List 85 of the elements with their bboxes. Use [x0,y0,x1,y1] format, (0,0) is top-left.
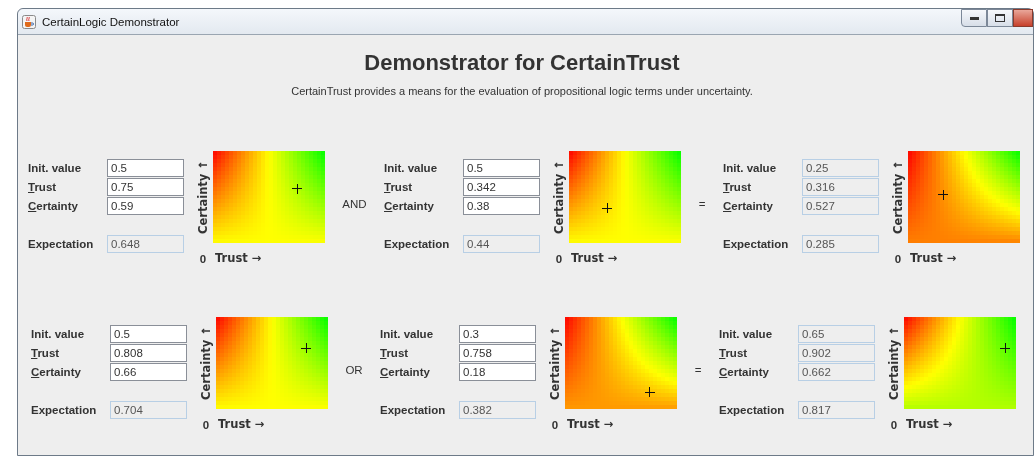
field-label: Init. value [384,162,439,174]
field-label: Init. value [380,328,435,340]
value-field[interactable]: 0.342 [463,178,540,196]
expectation-field[interactable]: 0.817 [798,401,875,419]
field-label: Certainty [31,366,82,378]
crosshair-icon [937,189,949,200]
field-label: Init. value [719,328,774,340]
crosshair-icon [301,342,312,354]
axis-label: Certainty ↑ [552,160,566,234]
axis-label: Certainty ↑ [891,160,905,234]
value-field[interactable]: 0.18 [459,363,536,381]
value-field[interactable]: 0.662 [798,363,875,381]
value-field[interactable]: 0.527 [802,197,879,215]
value-field[interactable]: 0.5 [107,159,184,177]
value-field[interactable]: 0.758 [459,344,536,362]
field-label: Expectation [719,404,786,416]
field-label: Expectation [380,404,447,416]
close-button[interactable] [1013,9,1033,27]
field-label: Trust [31,347,61,359]
value-field[interactable]: 0.3 [459,325,536,343]
field-label: Init. value [31,328,86,340]
axis-label: 0 [894,253,902,265]
axis-label: 0 [890,419,898,431]
app-description: CertainTrust provides a means for the evaluation of propositional logic terms under uncertainty. [290,85,754,97]
field-label: Trust [380,347,410,359]
value-field[interactable]: 0.25 [802,159,879,177]
equals-label: = [693,364,703,376]
field-label: Init. value [723,162,778,174]
expectation-field[interactable]: 0.648 [107,235,184,253]
operator-label: AND [341,198,368,210]
value-field[interactable]: 0.59 [107,197,184,215]
value-field[interactable]: 0.66 [110,363,187,381]
expectation-field[interactable]: 0.44 [463,235,540,253]
axis-label: 0 [199,253,207,265]
value-field[interactable]: 0.75 [107,178,184,196]
crosshair-icon [601,202,613,214]
field-label: Certainty [719,366,770,378]
minimize-icon [969,16,979,20]
field-label: Trust [28,181,58,193]
crosshair-icon [644,386,656,398]
field-label: Expectation [723,238,790,250]
axis-label: Trust → [571,251,618,265]
maximize-icon [995,14,1005,22]
axis-label: Trust → [906,417,953,431]
value-field[interactable]: 0.808 [110,344,187,362]
value-field[interactable]: 0.902 [798,344,875,362]
axis-label: Certainty ↑ [548,326,562,400]
field-label: Trust [719,347,749,359]
equals-label: = [697,198,707,210]
expectation-field[interactable]: 0.382 [459,401,536,419]
field-label: Certainty [723,200,774,212]
window-title: CertainLogic Demonstrator [42,15,180,28]
axis-label: Trust → [910,251,957,265]
field-label: Certainty [384,200,435,212]
expectation-field[interactable]: 0.704 [110,401,187,419]
axis-label: Certainty ↑ [887,326,901,400]
axis-label: 0 [555,253,563,265]
value-field[interactable]: 0.38 [463,197,540,215]
axis-label: 0 [202,419,210,431]
field-label: Certainty [380,366,431,378]
maximize-button[interactable] [987,9,1013,27]
axis-label: 0 [551,419,559,431]
field-label: Expectation [384,238,451,250]
value-field[interactable]: 0.5 [110,325,187,343]
expectation-field[interactable]: 0.285 [802,235,879,253]
value-field[interactable]: 0.65 [798,325,875,343]
value-field[interactable]: 0.5 [463,159,540,177]
operator-label: OR [344,364,364,376]
axis-label: Certainty ↑ [196,160,210,234]
field-label: Certainty [28,200,79,212]
coffee-cup-icon [22,14,36,29]
crosshair-icon [291,183,303,195]
field-label: Init. value [28,162,83,174]
axis-label: Certainty ↑ [199,326,213,400]
app-heading: Demonstrator for CertainTrust [363,50,681,76]
minimize-button[interactable] [961,9,987,27]
axis-label: Trust → [567,417,614,431]
axis-label: Trust → [218,417,265,431]
value-field[interactable]: 0.316 [802,178,879,196]
field-label: Trust [723,181,753,193]
axis-label: Trust → [215,251,262,265]
crosshair-icon [999,342,1011,354]
field-label: Expectation [28,238,95,250]
field-label: Trust [384,181,414,193]
field-label: Expectation [31,404,98,416]
